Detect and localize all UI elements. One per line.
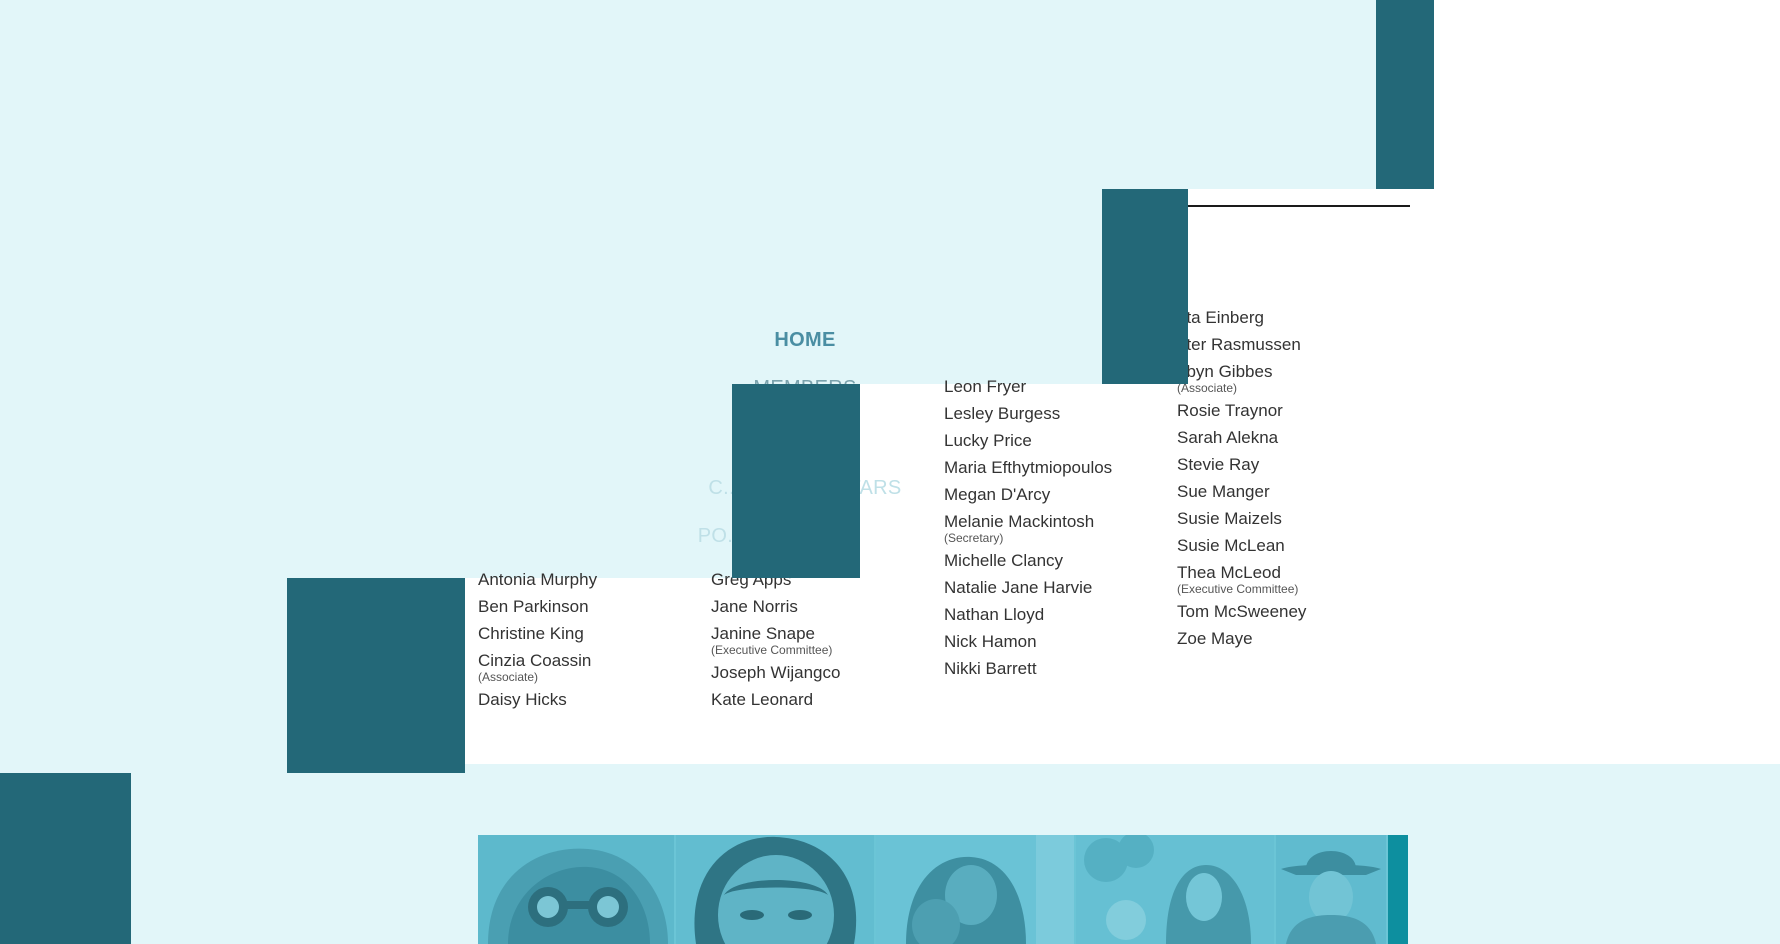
member-name[interactable]: Jane Norris (711, 593, 840, 620)
member-name[interactable]: Zoe Maye (1177, 625, 1306, 652)
member-name[interactable]: eter Rasmussen (1177, 331, 1306, 358)
member-name[interactable]: Daisy Hicks (478, 686, 597, 713)
member-name[interactable]: Antonia Murphy (478, 566, 597, 593)
members-column-4: eta Einberg eter Rasmussen obyn Gibbes (A… (1177, 304, 1306, 652)
photo-helmet[interactable] (478, 835, 676, 944)
member-name[interactable]: Kate Leonard (711, 686, 840, 713)
member-note: (Executive Committee) (1177, 582, 1299, 596)
member-name[interactable]: eta Einberg (1177, 304, 1306, 331)
member-name[interactable]: Sarah Alekna (1177, 424, 1306, 451)
member-name[interactable]: Megan D'Arcy (944, 481, 1112, 508)
member-name[interactable]: Joseph Wijangco (711, 659, 840, 686)
member-name[interactable]: Lesley Burgess (944, 400, 1112, 427)
teal-block-bottom-left (0, 773, 131, 944)
white-panel-top-right (1434, 0, 1780, 189)
teal-block-top-right (1376, 0, 1434, 189)
member-name[interactable]: Susie Maizels (1177, 505, 1306, 532)
member-name[interactable]: Natalie Jane Harvie (944, 574, 1112, 601)
member-name[interactable]: Cinzia Coassin (Associate) (478, 647, 597, 683)
photo-cowboy[interactable] (1276, 835, 1388, 944)
nav-home[interactable]: HOME (0, 329, 1610, 352)
member-name[interactable]: Ben Parkinson (478, 593, 597, 620)
member-name[interactable]: Thea McLeod (Executive Committee) (1177, 559, 1306, 595)
teal-block-lower (287, 578, 465, 773)
member-name[interactable]: Stevie Ray (1177, 451, 1306, 478)
photo-strip-end (1388, 835, 1408, 944)
header-rule (1188, 205, 1410, 207)
photo-mother-child[interactable] (876, 835, 1076, 944)
member-name[interactable]: Nathan Lloyd (944, 601, 1112, 628)
member-name[interactable]: Lucky Price (944, 427, 1112, 454)
photo-woman-baby[interactable] (1076, 835, 1276, 944)
members-column-3: Leon Fryer Lesley Burgess Lucky Price Ma… (944, 373, 1112, 682)
member-name[interactable]: Susie McLean (1177, 532, 1306, 559)
member-name[interactable]: Christine King (478, 620, 597, 647)
member-name[interactable]: Maria Efthytmiopoulos (944, 454, 1112, 481)
members-column-1: Antonia Murphy Ben Parkinson Christine K… (478, 566, 597, 713)
member-name[interactable]: Nick Hamon (944, 628, 1112, 655)
member-name[interactable]: Melanie Mackintosh (Secretary) (944, 508, 1112, 544)
teal-block-middle (732, 384, 860, 578)
member-note: (Secretary) (944, 531, 1004, 545)
member-name[interactable]: Sue Manger (1177, 478, 1306, 505)
white-panel-lower (465, 578, 1780, 764)
featured-photo-strip (478, 835, 1408, 944)
member-note: (Associate) (478, 670, 539, 684)
member-note: (Associate) (1177, 381, 1238, 395)
member-name[interactable]: Leon Fryer (944, 373, 1112, 400)
member-note: (Executive Committee) (711, 643, 833, 657)
member-name[interactable]: Rosie Traynor (1177, 397, 1306, 424)
member-name[interactable]: Tom McSweeney (1177, 598, 1306, 625)
photo-man-portrait[interactable] (676, 835, 876, 944)
member-name[interactable]: Nikki Barrett (944, 655, 1112, 682)
member-name[interactable]: Michelle Clancy (944, 547, 1112, 574)
member-name[interactable]: Janine Snape (Executive Committee) (711, 620, 840, 656)
teal-block-upper (1102, 189, 1188, 384)
member-name[interactable]: obyn Gibbes (Associate) (1177, 358, 1306, 394)
members-column-2: Greg Apps Jane Norris Janine Snape (Execu… (711, 566, 840, 713)
